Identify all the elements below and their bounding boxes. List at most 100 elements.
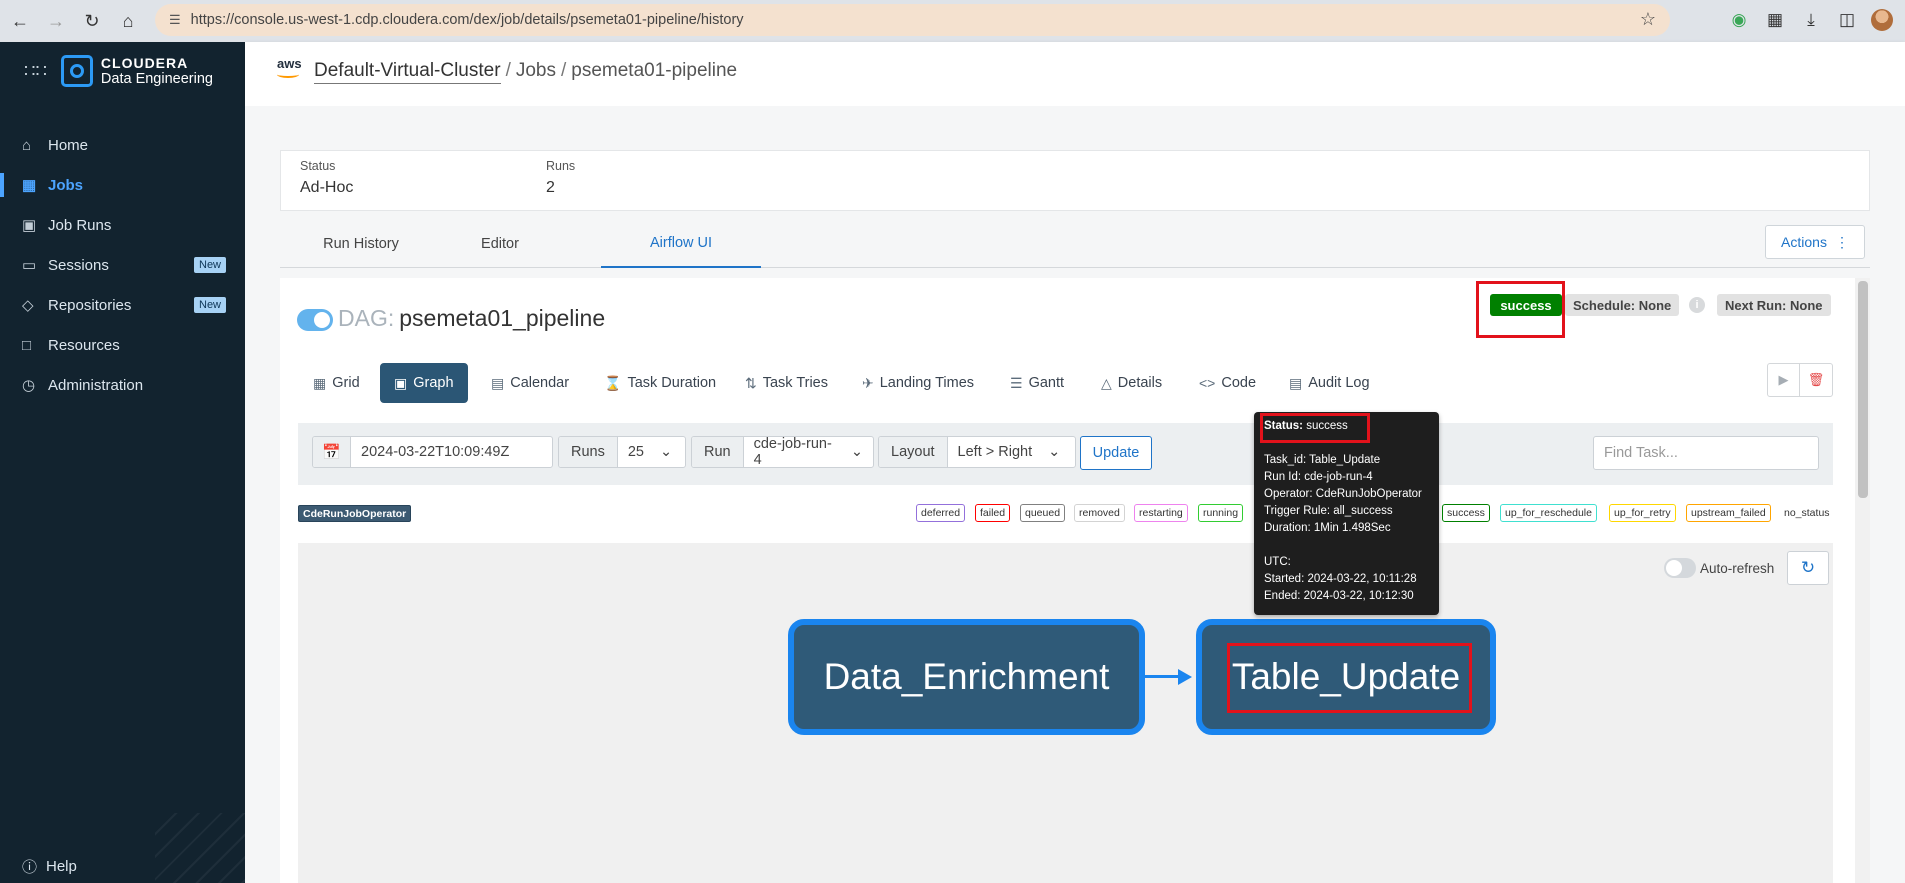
sidebar-item-job-runs[interactable]: ▣ Job Runs (0, 205, 245, 245)
home-icon: ⌂ (22, 136, 32, 154)
find-task-input[interactable]: Find Task... (1593, 436, 1819, 470)
extensions-puzzle-icon[interactable]: ▦ (1763, 5, 1787, 35)
date-filter[interactable]: 📅 2024-03-22T10:09:49Z (312, 436, 553, 468)
toggle-switch[interactable] (1664, 558, 1696, 578)
calendar-icon: ▤ (491, 374, 505, 391)
tab-task-duration[interactable]: ⌛ Task Duration (604, 363, 716, 403)
tab-graph[interactable]: ▣ Graph (380, 363, 468, 403)
run-filter[interactable]: Run cde-job-run-4 ⌄ (691, 436, 874, 468)
tab-calendar[interactable]: ▤ Calendar (491, 363, 569, 403)
app-grid-icon[interactable]: ∷∷ (24, 61, 47, 82)
highlight-box-table-update (1227, 643, 1472, 713)
landing-icon: ✈ (862, 374, 874, 391)
layout-select-value: Left > Right (957, 444, 1033, 460)
next-run-badge: Next Run: None (1717, 294, 1831, 316)
audit-file-icon: ▤ (1289, 374, 1303, 391)
job-summary: Status Ad-Hoc Runs 2 (280, 150, 1870, 211)
runs-select[interactable]: 25 ⌄ (618, 437, 682, 467)
sidebar-item-sessions[interactable]: ▭ Sessions New (0, 245, 245, 285)
calendar-picker-icon[interactable]: 📅 (313, 437, 351, 467)
tab-gantt[interactable]: ☰ Gantt (1010, 363, 1064, 403)
reload-icon[interactable]: ↻ (76, 5, 108, 37)
side-panel-icon[interactable]: ◫ (1835, 5, 1859, 35)
jobs-icon: ▦ (22, 177, 37, 194)
runs-filter-label: Runs (559, 437, 618, 467)
new-badge: New (194, 297, 227, 313)
kebab-menu-icon: ⋮ (1834, 233, 1849, 250)
bookmark-star-icon[interactable]: ☆ (1640, 9, 1656, 30)
actions-button[interactable]: Actions ⋮ (1765, 225, 1865, 259)
tooltip-run-id: Run Id: cde-job-run-4 (1264, 471, 1373, 483)
sidebar-item-label: Resources (48, 336, 120, 354)
sidebar-item-resources[interactable]: □ Resources (0, 325, 245, 365)
tooltip-utc: UTC: (1264, 556, 1291, 568)
refresh-icon[interactable]: ↻ (1787, 551, 1829, 585)
tab-grid[interactable]: ▦ Grid (313, 363, 360, 403)
legend-upstream-failed: upstream_failed (1686, 504, 1771, 522)
new-badge: New (194, 257, 227, 273)
legend-deferred: deferred (916, 504, 966, 522)
help-icon: ⓘ (22, 859, 38, 876)
auto-refresh-toggle[interactable]: Auto-refresh (1664, 558, 1774, 578)
delete-dag-icon[interactable]: 🗑 (1800, 364, 1832, 396)
layout-filter[interactable]: Layout Left > Right ⌄ (878, 436, 1076, 468)
tab-label: Details (1117, 375, 1163, 391)
forward-icon[interactable]: → (40, 5, 72, 37)
download-icon[interactable]: ⤓ (1799, 5, 1823, 35)
sidebar-item-help[interactable]: ⓘ Help (22, 856, 77, 877)
sidebar-item-administration[interactable]: ◷ Administration (0, 365, 245, 405)
airflow-scrollbar[interactable] (1855, 278, 1870, 883)
edge-arrow-icon (1178, 669, 1192, 685)
task-node-data-enrichment[interactable]: Data_Enrichment (788, 619, 1145, 735)
breadcrumb-jobs[interactable]: Jobs (516, 60, 556, 81)
job-runs-icon: ▣ (22, 217, 37, 234)
highlight-box-status (1476, 281, 1565, 338)
tab-landing-times[interactable]: ✈ Landing Times (862, 363, 974, 403)
back-icon[interactable]: ← (4, 5, 36, 37)
repositories-icon: ◇ (22, 297, 34, 314)
legend-queued: queued (1020, 504, 1066, 522)
run-select[interactable]: cde-job-run-4 ⌄ (744, 437, 873, 467)
profile-avatar[interactable] (1871, 9, 1893, 31)
breadcrumb-job: psemeta01-pipeline (571, 60, 738, 81)
tab-airflow-ui[interactable]: Airflow UI (601, 220, 761, 268)
sidebar-item-home[interactable]: ⌂ Home (0, 125, 245, 165)
chevron-down-icon: ⌄ (850, 444, 863, 460)
layout-select[interactable]: Left > Right ⌄ (948, 437, 1071, 467)
runs-filter[interactable]: Runs 25 ⌄ (558, 436, 686, 468)
tab-code[interactable]: <> Code (1199, 363, 1256, 403)
sidebar-item-repositories[interactable]: ◇ Repositories New (0, 285, 245, 325)
dag-name[interactable]: psemeta01_pipeline (399, 305, 605, 331)
resources-icon: □ (22, 336, 32, 354)
run-filter-label: Run (692, 437, 744, 467)
dag-title: DAG: psemeta01_pipeline (338, 305, 605, 332)
home-page-icon[interactable]: ⌂ (112, 5, 144, 37)
sessions-icon: ▭ (22, 257, 37, 274)
highlight-box-tooltip-status (1260, 413, 1370, 443)
brand: ∷∷ CLOUDERA Data Engineering (0, 42, 245, 100)
info-icon[interactable]: i (1689, 297, 1705, 313)
hourglass-icon: ⌛ (604, 374, 622, 391)
address-bar[interactable]: ☰ https://console.us-west-1.cdp.cloudera… (155, 4, 1670, 36)
warning-triangle-icon: △ (1101, 374, 1112, 391)
breadcrumb-cluster[interactable]: Default-Virtual-Cluster (314, 60, 501, 84)
dag-pause-toggle[interactable] (297, 309, 333, 331)
tab-label: Calendar (510, 375, 570, 391)
tab-details[interactable]: △ Details (1101, 363, 1162, 403)
trigger-dag-icon[interactable]: ▶ (1768, 364, 1801, 396)
sidebar-item-jobs[interactable]: ▦ Jobs (0, 165, 245, 205)
tab-task-tries[interactable]: ⇅ Task Tries (745, 363, 828, 403)
tab-run-history[interactable]: Run History (300, 220, 422, 268)
status-value: Ad-Hoc (300, 179, 354, 196)
runs-value: 2 (546, 179, 555, 196)
tab-editor[interactable]: Editor (455, 220, 545, 268)
graph-icon: ▣ (394, 374, 408, 391)
site-info-icon[interactable]: ☰ (169, 12, 181, 28)
extension-eye-icon[interactable]: ◉ (1727, 5, 1751, 35)
job-tabs: Run History Editor Airflow UI (280, 220, 1870, 268)
sidebar-item-label: Sessions (48, 256, 109, 274)
update-button[interactable]: Update (1080, 436, 1152, 470)
date-input[interactable]: 2024-03-22T10:09:49Z (351, 437, 519, 467)
runs-select-value: 25 (627, 444, 644, 460)
tab-audit-log[interactable]: ▤ Audit Log (1289, 363, 1370, 403)
